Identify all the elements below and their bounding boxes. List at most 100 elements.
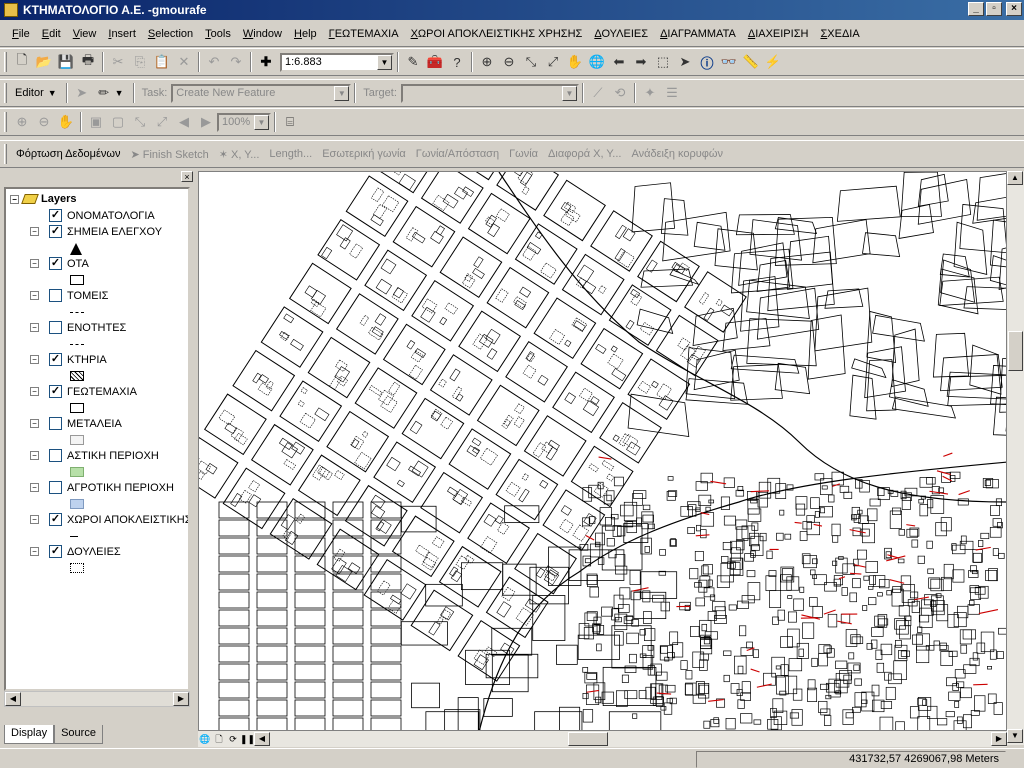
toggle-draft-mode-icon[interactable]: ⌸ — [279, 111, 301, 133]
cadastral-map[interactable] — [199, 172, 1007, 731]
layer-row[interactable]: − ΕΝΟΤΗΤΕΣ — [30, 321, 126, 334]
highlight-vertices-button[interactable]: Ανάδειξη κορυφών — [626, 148, 728, 160]
sketch-tool-pencil-icon[interactable]: ✏ — [93, 82, 115, 104]
toolbar-grip[interactable] — [4, 112, 7, 132]
copy-icon[interactable]: ⎘ — [129, 51, 151, 73]
layer-row[interactable]: − ✓ ΧΩΡΟΙ ΑΠΟΚΛΕΙΣΤΙΚΗΣ Χ — [30, 513, 188, 526]
scroll-left-icon[interactable]: ◀ — [5, 692, 21, 706]
layout-view-page-icon[interactable]: 🗋 — [212, 732, 226, 746]
identify-icon[interactable]: ⓘ — [696, 51, 718, 73]
menu-window[interactable]: Window — [237, 28, 288, 40]
tab-source[interactable]: Source — [54, 725, 103, 744]
collapse-icon[interactable]: − — [30, 323, 39, 332]
menu-diagrams[interactable]: ΔΙΑΓΡΑΜΜΑΤΑ — [654, 28, 742, 40]
menu-tools[interactable]: Tools — [199, 28, 237, 40]
menu-parcels[interactable]: ΓΕΩΤΕΜΑΧΙΑ — [323, 28, 405, 40]
hyperlink-lightning-icon[interactable]: ⚡ — [762, 51, 784, 73]
collapse-icon[interactable]: − — [30, 451, 39, 460]
layer-visibility-checkbox[interactable] — [49, 449, 62, 462]
toc-horizontal-scrollbar[interactable]: ◀ ▶ — [4, 691, 190, 707]
forward-arrow-icon[interactable]: ➡ — [630, 51, 652, 73]
collapse-icon[interactable]: − — [10, 194, 19, 204]
pan-hand-icon[interactable]: ✋ — [564, 51, 586, 73]
zoom-in-icon[interactable]: ⊕ — [476, 51, 498, 73]
attributes-icon[interactable]: ☰ — [661, 82, 683, 104]
layout-pan-icon[interactable]: ✋ — [55, 111, 77, 133]
fixed-zoom-in-icon[interactable]: ⤡ — [520, 51, 542, 73]
fixed-zoom-out-page-icon[interactable]: ⤢ — [151, 111, 173, 133]
load-data-button[interactable]: Φόρτωση Δεδομένων — [11, 148, 125, 160]
interior-angle-button[interactable]: Εσωτερική γωνία — [317, 148, 411, 160]
layer-name[interactable]: ΚΤΗΡΙΑ — [67, 354, 107, 366]
map-horizontal-scrollbar[interactable]: 🌐 🗋 ⟳ ❚❚ ◀ ▶ — [198, 731, 1007, 747]
layer-row[interactable]: − ΑΓΡΟΤΙΚΗ ΠΕΡΙΟΧΗ — [30, 481, 174, 494]
menu-insert[interactable]: Insert — [102, 28, 142, 40]
scroll-left-icon[interactable]: ◀ — [254, 732, 270, 746]
chevron-down-icon[interactable]: ▼ — [115, 88, 124, 98]
layout-zoom-in-icon[interactable]: ⊕ — [11, 111, 33, 133]
menu-help[interactable]: Help — [288, 28, 323, 40]
layer-visibility-checkbox[interactable]: ✓ — [49, 353, 62, 366]
layer-name[interactable]: ΓΕΩΤΕΜΑΧΙΑ — [67, 386, 137, 398]
chevron-down-icon[interactable]: ▼ — [334, 85, 350, 101]
minimize-button[interactable]: _ — [968, 2, 984, 16]
toolbar-grip[interactable] — [4, 83, 7, 103]
previous-extent-icon[interactable]: ◀ — [173, 111, 195, 133]
layer-name[interactable]: ΟΝΟΜΑΤΟΛΟΓΙΑ — [67, 210, 155, 222]
layer-visibility-checkbox[interactable]: ✓ — [49, 385, 62, 398]
redo-icon[interactable]: ↷ — [225, 51, 247, 73]
print-icon[interactable]: 🖶 — [77, 51, 99, 73]
cut-icon[interactable]: ✂ — [107, 51, 129, 73]
toolbar-grip[interactable] — [4, 52, 7, 72]
delete-icon[interactable]: ✕ — [173, 51, 195, 73]
layer-name[interactable]: ΑΣΤΙΚΗ ΠΕΡΙΟΧΗ — [67, 450, 159, 462]
layer-visibility-checkbox[interactable] — [49, 321, 62, 334]
zoom-100-icon[interactable]: ▢ — [107, 111, 129, 133]
xy-difference-button[interactable]: Διαφορά X, Y... — [543, 148, 626, 160]
xy-button[interactable]: ✶ X, Y... — [214, 148, 265, 161]
layer-visibility-checkbox[interactable] — [49, 481, 62, 494]
scroll-down-icon[interactable]: ▼ — [1007, 729, 1023, 743]
layer-row[interactable]: − ✓ ΟΤΑ — [30, 257, 89, 270]
layer-visibility-checkbox[interactable] — [49, 289, 62, 302]
scroll-right-icon[interactable]: ▶ — [173, 692, 189, 706]
layer-visibility-checkbox[interactable]: ✓ — [49, 257, 62, 270]
layer-visibility-checkbox[interactable]: ✓ — [49, 513, 62, 526]
angle-distance-button[interactable]: Γωνία/Απόσταση — [411, 148, 504, 160]
data-view-globe-icon[interactable]: 🌐 — [198, 732, 212, 746]
scroll-thumb[interactable] — [568, 732, 608, 746]
collapse-icon[interactable]: − — [30, 419, 39, 428]
menu-selection[interactable]: Selection — [142, 28, 199, 40]
task-combo[interactable]: Create New Feature ▼ — [171, 83, 352, 103]
layout-zoom-combo[interactable]: 100% ▼ — [217, 112, 271, 132]
measure-icon[interactable]: 📏 — [740, 51, 762, 73]
layer-visibility-checkbox[interactable]: ✓ — [49, 545, 62, 558]
layer-row[interactable]: − ✓ ΓΕΩΤΕΜΑΧΙΑ — [30, 385, 137, 398]
layer-visibility-checkbox[interactable]: ✓ — [49, 209, 62, 222]
close-icon[interactable]: × — [181, 171, 193, 182]
menu-exclusive-use-areas[interactable]: ΧΩΡΟΙ ΑΠΟΚΛΕΙΣΤΙΚΗΣ ΧΡΗΣΗΣ — [405, 28, 589, 40]
menu-jobs[interactable]: ΔΟΥΛΕΙΕΣ — [588, 28, 654, 40]
layer-name[interactable]: ΣΗΜΕΙΑ ΕΛΕΓΧΟΥ — [67, 226, 162, 238]
layer-name[interactable]: ΤΟΜΕΙΣ — [67, 290, 108, 302]
layer-name[interactable]: ΕΝΟΤΗΤΕΣ — [67, 322, 126, 334]
finish-sketch-button[interactable]: ➤ Finish Sketch — [125, 148, 213, 161]
zoom-out-icon[interactable]: ⊖ — [498, 51, 520, 73]
collapse-icon[interactable]: − — [30, 227, 39, 236]
collapse-icon[interactable]: − — [30, 515, 39, 524]
toolbar-grip[interactable] — [4, 144, 7, 164]
collapse-icon[interactable]: − — [30, 483, 39, 492]
layer-row[interactable]: − ✓ ΣΗΜΕΙΑ ΕΛΕΓΧΟΥ — [30, 225, 162, 238]
editor-menu-button[interactable]: Editor — [11, 87, 48, 99]
new-document-icon[interactable]: 🗋 — [11, 51, 33, 73]
collapse-icon[interactable]: − — [30, 291, 39, 300]
layer-row[interactable]: ✓ ΟΝΟΜΑΤΟΛΟΓΙΑ — [30, 209, 155, 222]
layer-row[interactable]: − ΤΟΜΕΙΣ — [30, 289, 108, 302]
paste-icon[interactable]: 📋 — [151, 51, 173, 73]
layer-visibility-checkbox[interactable]: ✓ — [49, 225, 62, 238]
collapse-icon[interactable]: − — [30, 355, 39, 364]
layer-name[interactable]: ΔΟΥΛΕΙΕΣ — [67, 546, 121, 558]
rotate-tool-icon[interactable]: ⟲ — [609, 82, 631, 104]
layer-name[interactable]: ΧΩΡΟΙ ΑΠΟΚΛΕΙΣΤΙΚΗΣ Χ — [67, 514, 188, 526]
menu-view[interactable]: View — [67, 28, 103, 40]
